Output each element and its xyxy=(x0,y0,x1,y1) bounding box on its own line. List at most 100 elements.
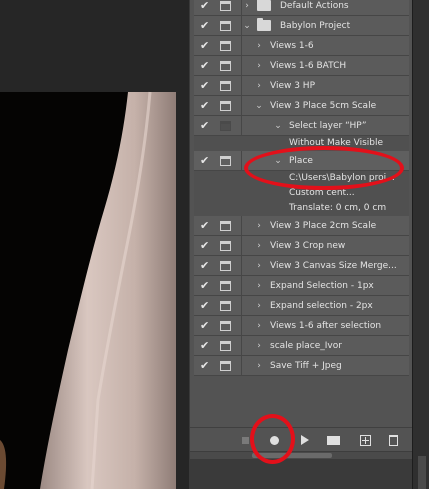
chevron-right-icon[interactable]: › xyxy=(254,80,264,92)
toggle-dialog-icon[interactable] xyxy=(220,261,231,271)
toggle-dialog-icon[interactable] xyxy=(220,156,231,166)
chevron-down-icon[interactable]: ⌄ xyxy=(273,120,283,132)
column-divider xyxy=(241,36,242,56)
chevron-right-icon[interactable]: › xyxy=(254,300,264,312)
action-set-row[interactable]: ✔ ⌄ Babylon Project xyxy=(194,16,409,36)
toggle-item-checkmark-icon[interactable]: ✔ xyxy=(200,299,212,313)
action-row[interactable]: ✔ › Views 1-6 xyxy=(194,36,409,56)
step-detail-row[interactable]: Without Make Visible xyxy=(194,136,409,151)
row-label: View 3 Place 2cm Scale xyxy=(270,221,377,231)
new-action-button[interactable] xyxy=(358,432,372,448)
action-step-row[interactable]: ✔ ⌄ Select layer “HP” xyxy=(194,116,409,136)
toggle-item-checkmark-icon[interactable]: ✔ xyxy=(200,79,212,93)
step-detail-row[interactable]: C:\Users\Babylon proj... xyxy=(194,171,409,186)
toggle-item-checkmark-icon[interactable]: ✔ xyxy=(200,99,212,113)
toggle-item-checkmark-icon[interactable]: ✔ xyxy=(200,359,212,373)
chevron-down-icon[interactable]: ⌄ xyxy=(273,155,283,167)
toggle-dialog-icon[interactable] xyxy=(220,101,231,111)
stop-icon xyxy=(241,437,249,444)
new-set-button[interactable] xyxy=(325,432,341,448)
action-row[interactable]: ✔ › Expand Selection - 1px xyxy=(194,276,409,296)
row-label: Select layer “HP” xyxy=(289,121,367,131)
action-row[interactable]: ✔ › scale place_Ivor xyxy=(194,336,409,356)
toggle-dialog-icon[interactable] xyxy=(220,361,231,371)
toggle-dialog-icon[interactable] xyxy=(220,61,231,71)
action-row[interactable]: ✔ › View 3 HP xyxy=(194,76,409,96)
record-icon xyxy=(269,436,279,445)
toggle-dialog-icon[interactable] xyxy=(220,241,231,251)
row-label: C:\Users\Babylon proj... xyxy=(289,173,395,183)
action-row[interactable]: ✔ › Views 1-6 BATCH xyxy=(194,56,409,76)
action-set-row[interactable]: ✔ › Default Actions xyxy=(194,0,409,16)
horizontal-scrollbar[interactable] xyxy=(190,451,413,459)
chevron-down-icon[interactable]: ⌄ xyxy=(254,100,264,112)
action-row[interactable]: ✔ › View 3 Crop new xyxy=(194,236,409,256)
action-row[interactable]: ✔ › Views 1-6 after selection xyxy=(194,316,409,336)
action-row[interactable]: ✔ ⌄ View 3 Place 5cm Scale xyxy=(194,96,409,116)
action-row[interactable]: ✔ › View 3 Place 2cm Scale xyxy=(194,216,409,236)
document-canvas[interactable] xyxy=(0,0,189,489)
toggle-item-checkmark-icon[interactable]: ✔ xyxy=(200,19,212,33)
toggle-dialog-icon[interactable] xyxy=(220,321,231,331)
row-label: Views 1-6 xyxy=(270,41,314,51)
toggle-dialog-icon[interactable] xyxy=(220,281,231,291)
toggle-dialog-icon[interactable] xyxy=(220,41,231,51)
chevron-right-icon[interactable]: › xyxy=(254,320,264,332)
column-divider xyxy=(241,336,242,356)
chevron-right-icon[interactable]: › xyxy=(254,260,264,272)
chevron-right-icon[interactable]: › xyxy=(254,340,264,352)
toggle-dialog-icon[interactable] xyxy=(220,221,231,231)
chevron-right-icon[interactable]: › xyxy=(242,0,252,12)
action-step-row[interactable]: ✔ ⌄ Place xyxy=(194,151,409,171)
toggle-item-checkmark-icon[interactable]: ✔ xyxy=(200,239,212,253)
action-row[interactable]: ✔ › Save Tiff + Jpeg xyxy=(194,356,409,376)
folder-icon xyxy=(257,0,271,11)
chevron-right-icon[interactable]: › xyxy=(254,280,264,292)
row-label: View 3 HP xyxy=(270,81,315,91)
toggle-item-checkmark-icon[interactable]: ✔ xyxy=(200,259,212,273)
action-row[interactable]: ✔ › View 3 Canvas Size Merge... xyxy=(194,256,409,276)
column-divider xyxy=(241,276,242,296)
delete-button[interactable] xyxy=(386,432,400,448)
chevron-right-icon[interactable]: › xyxy=(254,360,264,372)
chevron-down-icon[interactable]: ⌄ xyxy=(242,20,252,32)
action-row[interactable]: ✔ › Expand selection - 2px xyxy=(194,296,409,316)
actions-panel: ✔ › Default Actions ✔ ⌄ Babylon Project ✔ › View… xyxy=(189,0,413,489)
play-button[interactable] xyxy=(298,432,312,448)
row-label: View 3 Canvas Size Merge... xyxy=(270,261,397,271)
toggle-item-checkmark-icon[interactable]: ✔ xyxy=(200,59,212,73)
chevron-right-icon[interactable]: › xyxy=(254,40,264,52)
stop-button[interactable] xyxy=(239,432,251,448)
step-detail-row[interactable]: Translate: 0 cm, 0 cm xyxy=(194,201,409,216)
row-label: scale place_Ivor xyxy=(270,341,342,351)
toggle-dialog-icon[interactable] xyxy=(220,81,231,91)
toggle-dialog-icon[interactable] xyxy=(220,1,231,11)
toggle-item-checkmark-icon[interactable]: ✔ xyxy=(200,279,212,293)
scrollbar-thumb[interactable] xyxy=(252,453,332,458)
row-label: Views 1-6 after selection xyxy=(270,321,382,331)
toggle-item-checkmark-icon[interactable]: ✔ xyxy=(200,339,212,353)
step-detail-row[interactable]: Custom cent... xyxy=(194,186,409,201)
toggle-dialog-icon[interactable] xyxy=(220,121,231,131)
column-divider xyxy=(241,296,242,316)
toggle-item-checkmark-icon[interactable]: ✔ xyxy=(200,0,212,13)
toggle-item-checkmark-icon[interactable]: ✔ xyxy=(200,39,212,53)
toggle-item-checkmark-icon[interactable]: ✔ xyxy=(200,154,212,168)
toggle-dialog-icon[interactable] xyxy=(220,21,231,31)
column-divider xyxy=(241,356,242,376)
toggle-item-checkmark-icon[interactable]: ✔ xyxy=(200,119,212,133)
record-button[interactable] xyxy=(266,432,282,448)
toggle-item-checkmark-icon[interactable]: ✔ xyxy=(200,219,212,233)
row-label: Views 1-6 BATCH xyxy=(270,61,347,71)
toggle-dialog-icon[interactable] xyxy=(220,301,231,311)
chevron-right-icon[interactable]: › xyxy=(254,220,264,232)
chevron-right-icon[interactable]: › xyxy=(254,60,264,72)
toggle-dialog-icon[interactable] xyxy=(220,341,231,351)
right-strip-scroll[interactable] xyxy=(418,456,426,489)
actions-toolbar xyxy=(190,427,413,451)
toggle-item-checkmark-icon[interactable]: ✔ xyxy=(200,319,212,333)
panel-footer xyxy=(190,459,413,489)
row-label: Place xyxy=(289,156,313,166)
chevron-right-icon[interactable]: › xyxy=(254,240,264,252)
play-icon xyxy=(301,435,309,445)
